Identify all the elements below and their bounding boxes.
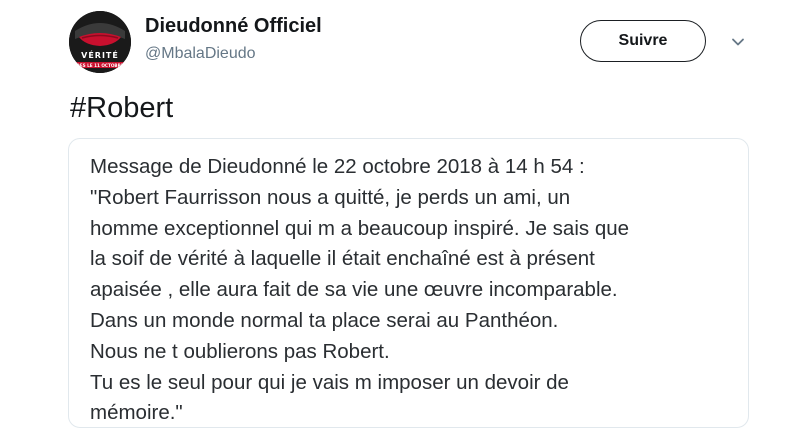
quote-line: apaisée , elle aura fait de sa vie une œ… [90, 278, 618, 302]
quoted-message-card: Message de Dieudonné le 22 octobre 2018 … [68, 138, 749, 428]
quote-line: Tu es le seul pour qui je vais m imposer… [90, 370, 569, 394]
author-handle[interactable]: @MbalaDieudo [145, 45, 256, 63]
quote-line: Message de Dieudonné le 22 octobre 2018 … [90, 155, 585, 178]
avatar-image: VÉRITÉ DES LE 11 OCTOBRE [69, 11, 131, 73]
avatar-subtitle: DES LE 11 OCTOBRE [76, 63, 124, 68]
avatar[interactable]: VÉRITÉ DES LE 11 OCTOBRE [69, 11, 131, 73]
tweet: VÉRITÉ DES LE 11 OCTOBRE Dieudonné Offic… [0, 0, 800, 429]
follow-button[interactable]: Suivre [580, 20, 706, 62]
quote-line: Nous ne t oublierons pas Robert. [90, 339, 390, 363]
quoted-message-text: Message de Dieudonné le 22 octobre 2018 … [90, 152, 629, 429]
quote-line: Dans un monde normal ta place serai au P… [90, 308, 559, 332]
avatar-title: VÉRITÉ [81, 49, 119, 60]
quote-line: homme exceptionnel qui m a beaucoup insp… [90, 216, 630, 240]
quote-line: "Robert Faurrisson nous a quitté, je per… [90, 185, 571, 209]
author-display-name[interactable]: Dieudonné Officiel [145, 15, 322, 38]
chevron-down-icon[interactable] [728, 32, 748, 52]
quote-line: la soif de vérité à laquelle il était en… [90, 247, 595, 271]
quote-line: mémoire." [90, 401, 183, 425]
tweet-hashtag-text[interactable]: #Robert [70, 92, 173, 125]
